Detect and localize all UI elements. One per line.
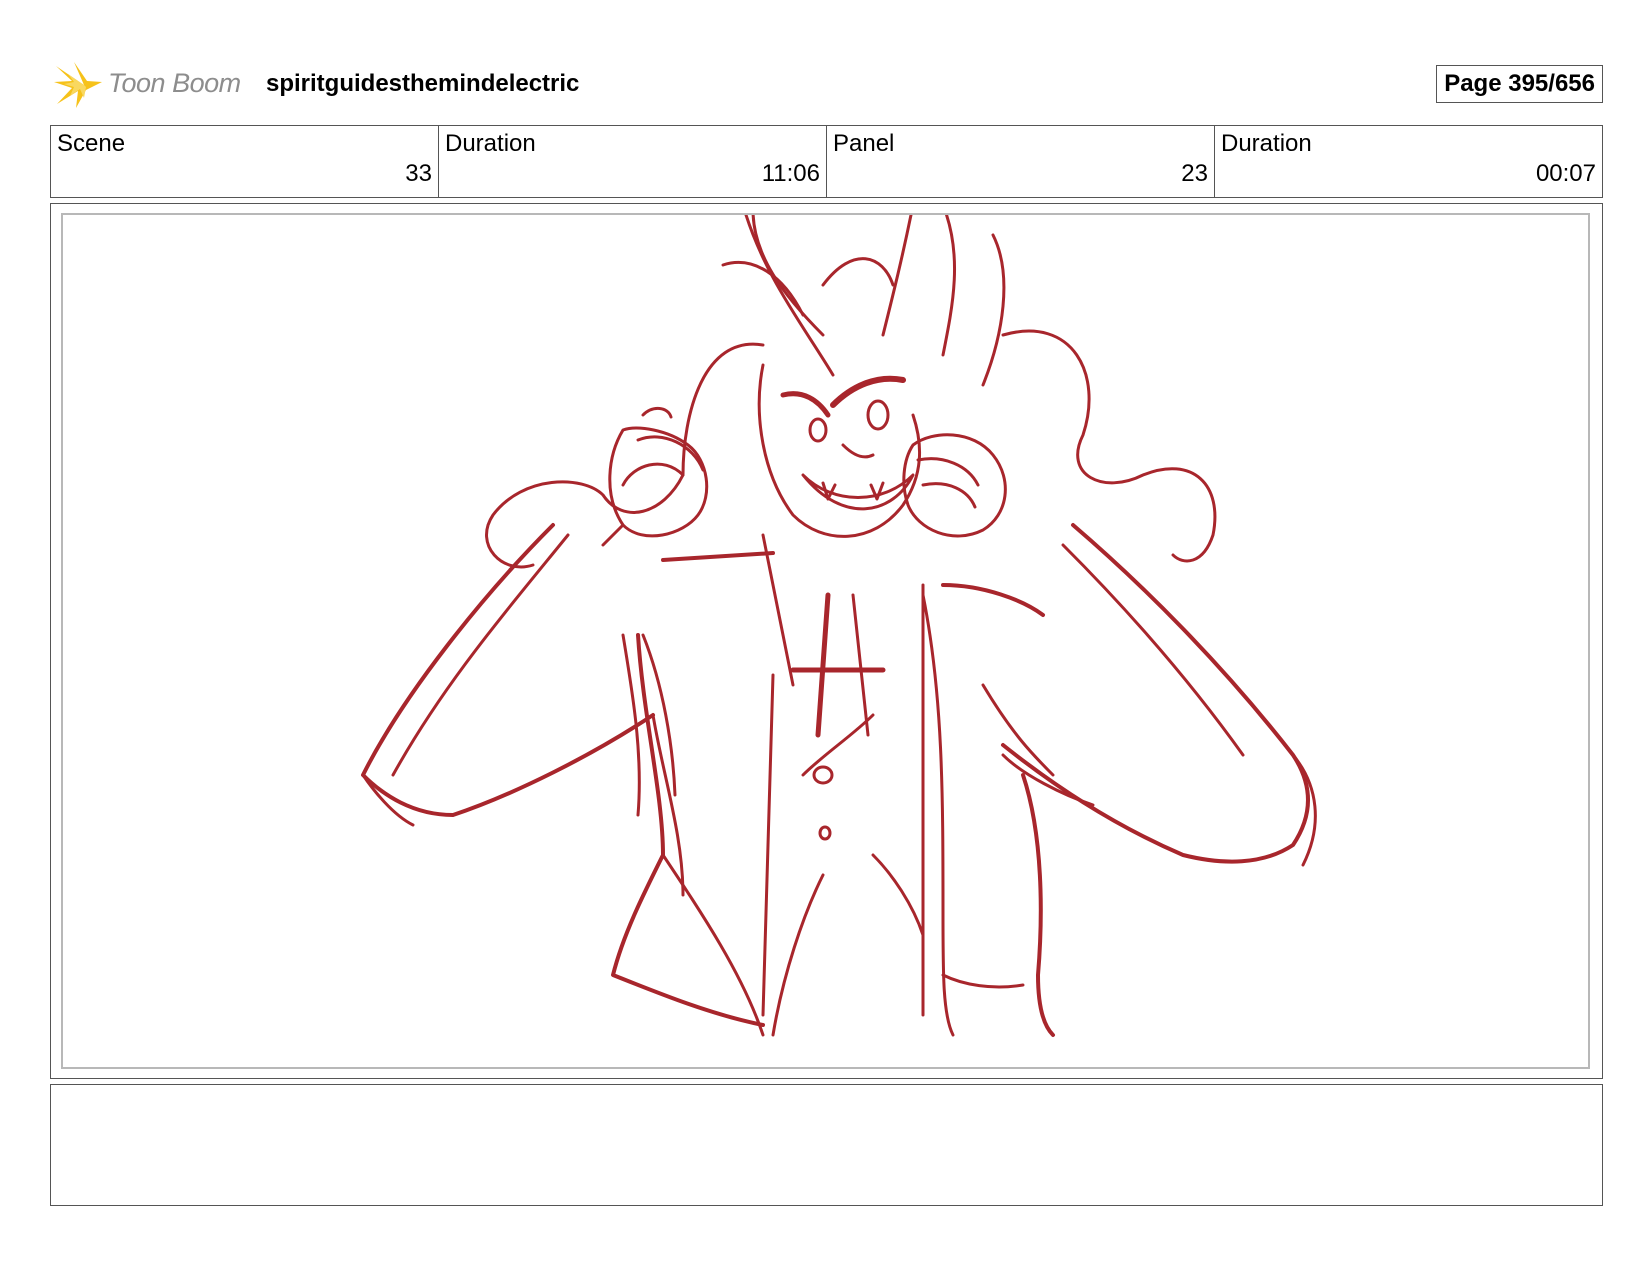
notes-box <box>50 1084 1603 1206</box>
panel-value: 23 <box>1181 160 1208 187</box>
toon-boom-logo: Toon Boom <box>50 58 250 110</box>
panel-label: Panel <box>833 130 895 157</box>
panel-duration-cell: Duration 00:07 <box>1215 126 1602 197</box>
scene-value: 33 <box>405 160 432 187</box>
project-title: spiritguidesthemindelectric <box>266 70 580 97</box>
scene-duration-cell: Duration 11:06 <box>439 126 827 197</box>
panel-duration-value: 00:07 <box>1535 160 1596 187</box>
scene-duration-label: Duration <box>445 130 536 157</box>
page-number: Page 395/656 <box>1436 65 1603 103</box>
scene-label: Scene <box>57 130 126 157</box>
info-table: Scene 33 Duration 11:06 Panel 23 Duratio… <box>50 125 1603 198</box>
scene-duration-value: 11:06 <box>761 160 820 187</box>
character-sketch <box>361 215 1317 1037</box>
page-header: Toon Boom spiritguidesthemindelectric Pa… <box>50 58 1603 110</box>
panel-duration-label: Duration <box>1221 130 1312 157</box>
scene-cell: Scene 33 <box>51 126 439 197</box>
panel-cell: Panel 23 <box>827 126 1215 197</box>
star-burst-icon <box>54 62 102 108</box>
logo-text: Toon Boom <box>108 68 241 98</box>
panel-drawing-area <box>61 213 1590 1069</box>
storyboard-panel <box>50 203 1603 1079</box>
